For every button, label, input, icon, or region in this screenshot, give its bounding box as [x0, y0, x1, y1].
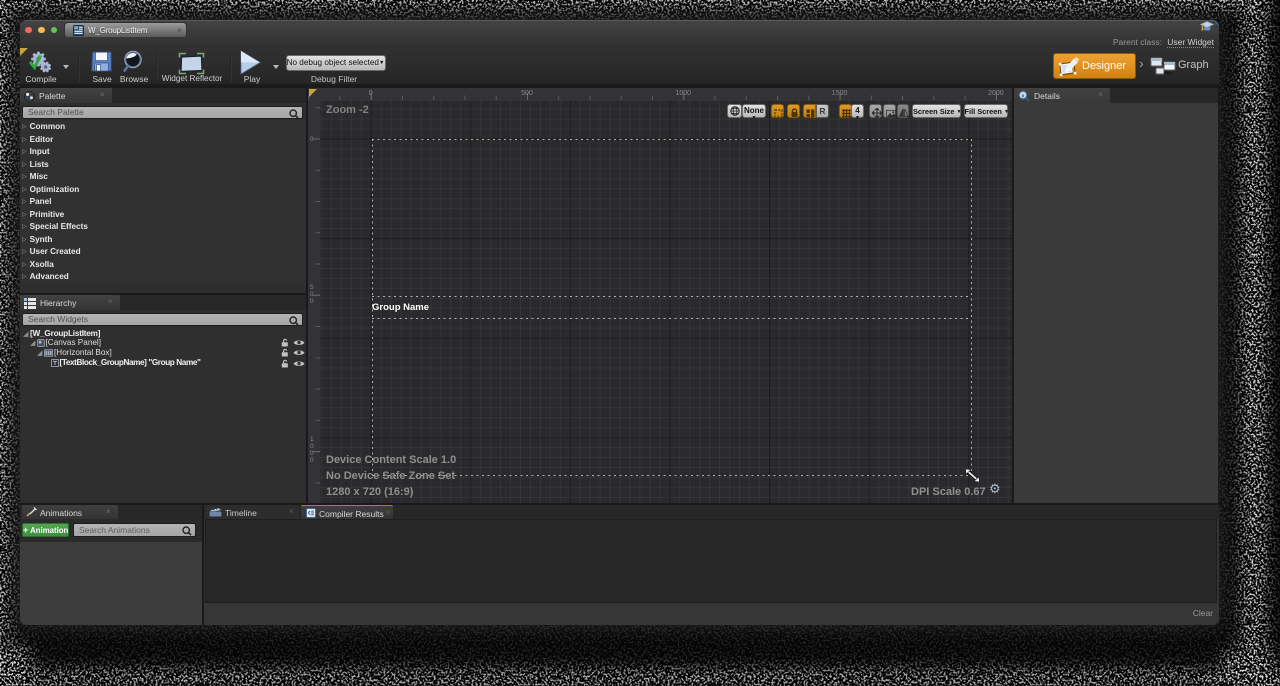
svg-text:0: 0	[310, 136, 314, 143]
svg-text:2000: 2000	[988, 90, 1004, 97]
svg-text:0: 0	[310, 291, 314, 298]
svg-text:0: 0	[310, 457, 314, 464]
svg-text:0: 0	[369, 90, 373, 97]
svg-text:0: 0	[310, 443, 314, 450]
svg-text:5: 5	[310, 284, 314, 291]
svg-text:1500: 1500	[832, 90, 848, 97]
svg-text:1: 1	[310, 436, 314, 443]
svg-text:0: 0	[310, 450, 314, 457]
svg-text:500: 500	[521, 90, 533, 97]
svg-text:1000: 1000	[676, 90, 692, 97]
svg-text:0: 0	[310, 298, 314, 305]
